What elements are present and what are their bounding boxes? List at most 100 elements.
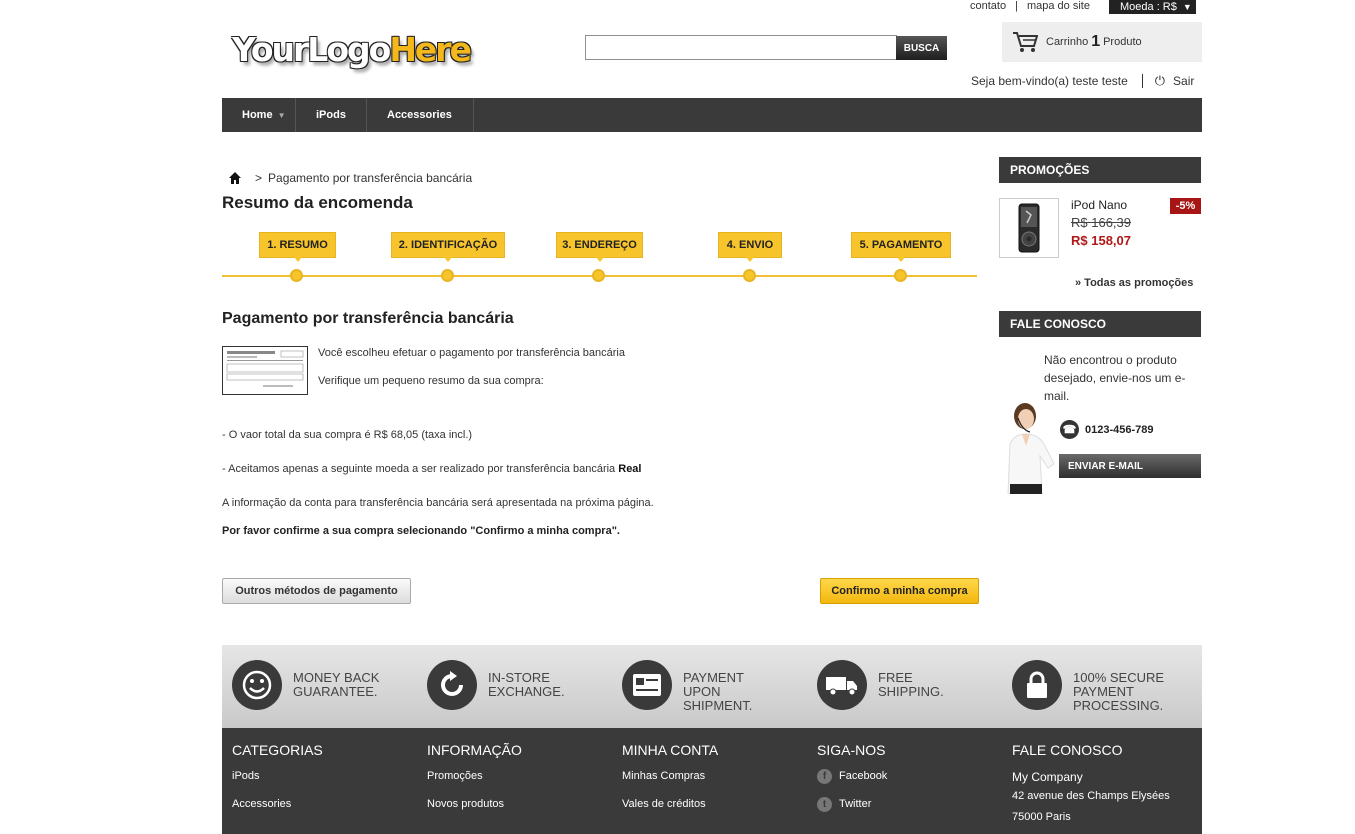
footer-column-title: INFORMAÇÃO — [427, 742, 522, 758]
footer-link[interactable]: Accessories — [232, 798, 323, 826]
feature-secure-payment: 100% SECURE PAYMENT PROCESSING. — [1012, 660, 1173, 713]
footer-info: INFORMAÇÃO Promoções Novos produtos — [427, 742, 522, 826]
logo-part-1: YourLogo — [232, 30, 391, 69]
footer-column-title: MINHA CONTA — [622, 742, 719, 758]
main-nav: Home ▼ iPods Accessories — [222, 98, 1202, 132]
footer-link-label: Facebook — [839, 770, 888, 782]
home-icon[interactable] — [229, 172, 241, 184]
cart-label: Carrinho — [1046, 36, 1089, 48]
footer-column-title: SIGA-NOS — [817, 742, 886, 758]
step-resumo[interactable]: 1. RESUMO — [259, 232, 336, 262]
support-agent-image — [1007, 403, 1055, 494]
breadcrumb: > Pagamento por transferência bancária — [229, 171, 472, 185]
payment-info: A informação da conta para transferência… — [222, 497, 654, 509]
step-dot — [743, 269, 756, 282]
breadcrumb-current: Pagamento por transferência bancária — [268, 171, 473, 185]
payment-line2: Verifique um pequeno resumo da sua compr… — [318, 375, 544, 387]
promo-new-price: R$ 158,07 — [1071, 233, 1131, 248]
phone-number: 0123-456-789 — [1085, 423, 1154, 436]
contact-phone: ☎ 0123-456-789 — [1060, 420, 1154, 439]
feature-payment-shipment: PAYMENT UPON SHIPMENT. — [622, 660, 783, 713]
promo-product-image[interactable] — [999, 198, 1059, 258]
breadcrumb-separator: > — [255, 171, 263, 185]
currency-value: Real — [618, 463, 642, 475]
power-icon[interactable]: ⏻ — [1155, 73, 1165, 89]
page-title: Resumo da encomenda — [222, 193, 413, 212]
ipod-icon — [1018, 203, 1040, 253]
confirm-order-button[interactable]: Confirmo a minha compra — [820, 578, 979, 604]
facebook-link[interactable]: f Facebook — [817, 769, 888, 798]
currency-label: Moeda : R$ — [1120, 1, 1177, 13]
feature-free-shipping: FREE SHIPPING. — [817, 660, 978, 710]
search-button[interactable]: BUSCA — [896, 36, 947, 60]
footer-link[interactable]: iPods — [232, 770, 323, 798]
smiley-icon — [232, 660, 282, 710]
footer-link[interactable]: Promoções — [427, 770, 522, 798]
twitter-link[interactable]: t Twitter — [817, 797, 887, 826]
step-identificacao[interactable]: 2. IDENTIFICAÇÃO — [391, 232, 505, 262]
feature-line: PAYMENT — [1073, 684, 1134, 699]
currency-text: - Aceitamos apenas a seguinte moeda a se… — [222, 463, 616, 475]
all-promotions-link[interactable]: » Todas as promoções — [1075, 277, 1193, 289]
cart-summary[interactable]: Carrinho 1 Produto — [1002, 22, 1202, 62]
refresh-icon — [427, 660, 477, 710]
search-input[interactable] — [585, 35, 897, 60]
send-email-button[interactable]: ENVIAR E-MAIL — [1059, 454, 1201, 478]
step-envio[interactable]: 4. ENVIO — [718, 232, 782, 262]
footer-link[interactable]: Minhas Compras — [622, 770, 718, 798]
footer-link-label: Twitter — [839, 798, 872, 810]
nav-item-home[interactable]: Home ▼ — [222, 98, 296, 132]
company-name: My Company — [1012, 770, 1083, 784]
nav-item-ipods[interactable]: iPods — [296, 98, 367, 132]
nav-label: Accessories — [387, 109, 452, 121]
feature-money-back: MONEY BACK GUARANTEE. — [232, 660, 393, 710]
feature-line: PAYMENT UPON — [683, 670, 744, 699]
credit-card-icon — [622, 660, 672, 710]
contact-text: Não encontrou o produto desejado, envie-… — [1044, 353, 1186, 403]
footer-contact: FALE CONOSCO My Company 42 avenue des Ch… — [1012, 742, 1170, 834]
feature-label: PAYMENT UPON SHIPMENT. — [683, 671, 783, 713]
caret-down-icon: ▼ — [277, 110, 286, 120]
footer-link[interactable]: Novos produtos — [427, 798, 522, 826]
payment-confirm-note: Por favor confirme a sua compra selecion… — [222, 525, 620, 537]
discount-badge: -5% — [1170, 198, 1201, 214]
facebook-icon: f — [817, 769, 832, 784]
feature-line: GUARANTEE. — [293, 684, 378, 699]
feature-label: FREE SHIPPING. — [878, 671, 978, 710]
promo-product-name[interactable]: iPod Nano — [1071, 198, 1127, 212]
promo-old-price: R$ 166,39 — [1071, 215, 1131, 230]
nav-item-accessories[interactable]: Accessories — [367, 98, 474, 132]
feature-label: IN-STORE EXCHANGE. — [488, 671, 588, 710]
footer-link[interactable]: Vales de créditos — [622, 798, 718, 826]
site-logo[interactable]: YourLogoHere — [232, 30, 472, 69]
logout-link[interactable]: Sair — [1173, 74, 1194, 88]
lock-icon — [1012, 660, 1062, 710]
divider: | — [1015, 0, 1018, 12]
truck-icon — [817, 660, 867, 710]
payment-total: - O vaor total da sua compra é R$ 68,05 … — [222, 429, 473, 441]
feature-line: FREE SHIPPING. — [878, 670, 944, 699]
step-endereco[interactable]: 3. ENDEREÇO — [556, 232, 643, 262]
user-bar: Seja bem-vindo(a) teste teste ⏻ Sair — [971, 73, 1194, 89]
contact-header: FALE CONOSCO — [999, 311, 1201, 337]
footer-social: SIGA-NOS f Facebook t Twitter — [817, 742, 887, 826]
bank-transfer-image — [222, 346, 308, 395]
payment-title: Pagamento por transferência bancária — [222, 310, 514, 327]
step-pagamento[interactable]: 5. PAGAMENTO — [851, 232, 951, 262]
footer-account: MINHA CONTA Minhas Compras Vales de créd… — [622, 742, 718, 826]
feature-label: 100% SECURE PAYMENT PROCESSING. — [1073, 671, 1173, 713]
currency-selector[interactable]: Moeda : R$ ▼ — [1109, 0, 1196, 14]
feature-line: PROCESSING. — [1073, 698, 1164, 713]
promotions-header: PROMOÇÕES — [999, 157, 1201, 183]
contact-link[interactable]: contato — [970, 0, 1006, 12]
address-line: 42 avenue des Champs Elysées — [1012, 790, 1170, 802]
nav-label: Home — [242, 109, 273, 121]
sitemap-link[interactable]: mapa do site — [1027, 0, 1090, 12]
address-line: 75000 Paris — [1012, 811, 1071, 823]
phone-icon: ☎ — [1060, 420, 1079, 439]
divider — [1141, 74, 1143, 88]
other-payment-methods-button[interactable]: Outros métodos de pagamento — [222, 578, 411, 604]
feature-exchange: IN-STORE EXCHANGE. — [427, 660, 588, 710]
step-dot — [592, 269, 605, 282]
feature-line: IN-STORE — [488, 670, 550, 685]
